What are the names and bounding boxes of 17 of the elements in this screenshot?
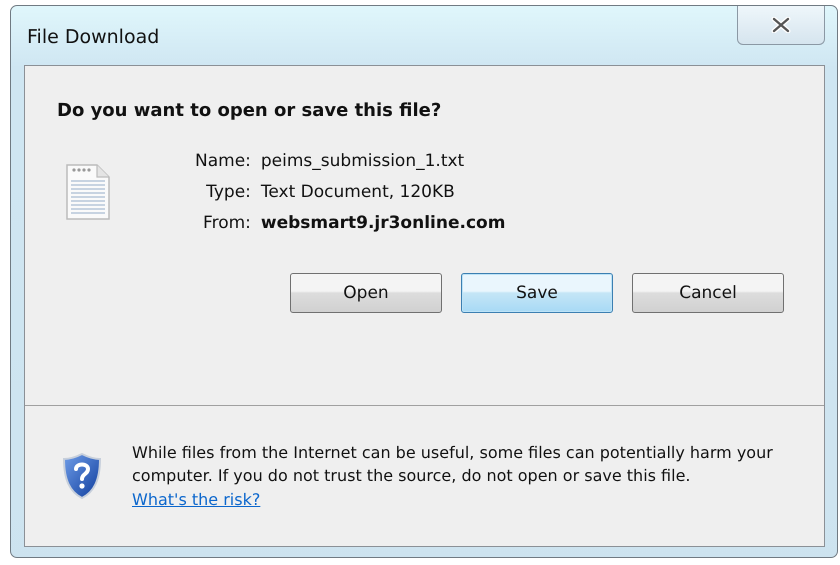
dialog-button[interactable]: Open [290, 273, 442, 313]
field-value: peims_submission_1.txt [260, 151, 466, 171]
warning-text: While files from the Internet can be useful, some files can potentially harm your computer. If you do not trust the source, do not open or save this file. What's the risk? [132, 442, 774, 511]
text-file-icon [65, 163, 111, 221]
shield-question-icon [62, 452, 102, 500]
dialog-heading: Do you want to open or save this file? [57, 100, 442, 121]
close-icon [771, 17, 791, 33]
window-title: File Download [27, 26, 160, 48]
field-label: From: [202, 213, 251, 233]
field-label: Type: [205, 182, 251, 202]
field-value: websmart9.jr3online.com [260, 213, 506, 233]
field-label: Name: [195, 151, 251, 171]
dialog-button[interactable]: Cancel [632, 273, 784, 313]
close-button[interactable] [737, 6, 825, 45]
dialog-button[interactable]: Save [461, 273, 613, 313]
field-value: Text Document, 120KB [260, 182, 456, 202]
risk-link[interactable]: What's the risk? [132, 490, 260, 509]
